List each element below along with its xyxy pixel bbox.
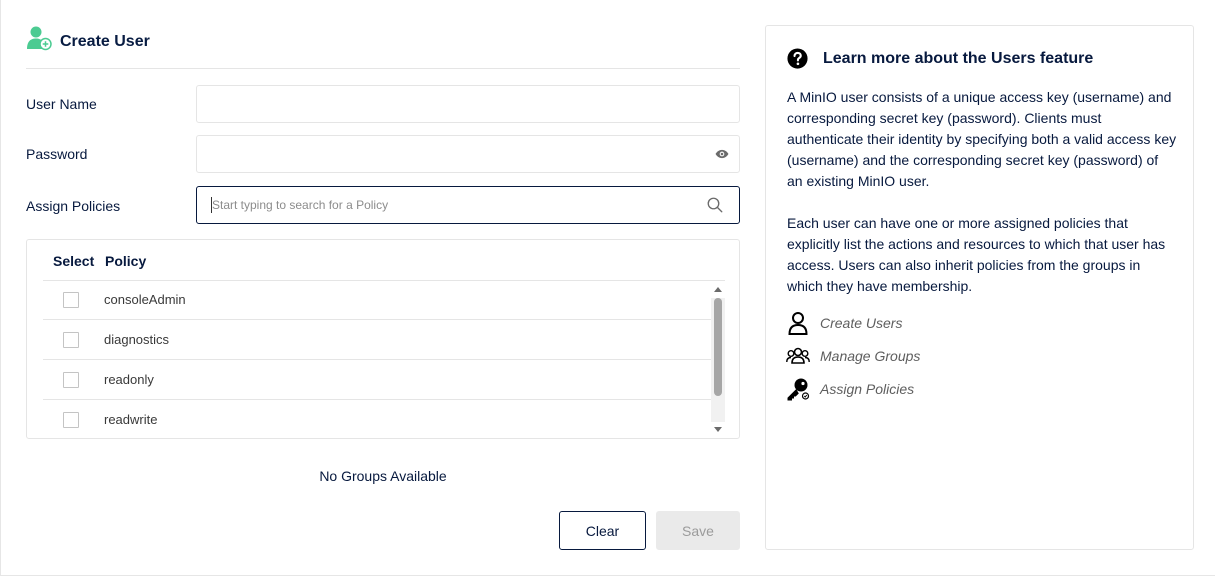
help-link-manage-groups[interactable]: Manage Groups [786,344,920,368]
user-icon [788,312,808,335]
add-user-icon [27,26,52,51]
help-link-label: Assign Policies [820,381,915,397]
row-checkbox[interactable] [63,372,79,388]
column-header-select: Select [53,253,95,269]
question-circle-icon [787,48,808,69]
help-panel: Learn more about the Users feature A Min… [765,25,1194,550]
users-group-icon [786,347,810,364]
table-row[interactable]: consoleAdmin [43,280,711,320]
scrollbar-thumb[interactable] [714,298,722,396]
policy-name: readwrite [104,412,158,427]
help-link-label: Create Users [820,315,903,331]
table-row[interactable]: readonly [43,360,711,400]
policy-search-input[interactable]: Start typing to search for a Policy [196,186,740,224]
page-header: Create User [26,25,740,69]
help-paragraph: Each user can have one or more assigned … [787,215,1166,294]
help-link-label: Manage Groups [820,348,921,364]
policy-name: readonly [104,372,154,387]
row-checkbox[interactable] [63,332,79,348]
help-link-create-users[interactable]: Create Users [786,311,902,335]
page-title: Create User [60,33,150,50]
policy-table: Select Policy consoleAdmin diagnostics r… [26,239,740,439]
policy-name: consoleAdmin [104,292,186,307]
policy-name: diagnostics [104,332,170,347]
policies-label: Assign Policies [26,198,121,214]
help-link-assign-policies[interactable]: Assign Policies [786,377,914,401]
help-title: Learn more about the Users feature [823,50,1094,67]
search-icon[interactable] [706,196,724,214]
help-paragraph: A MinIO user consists of a unique access… [787,89,1177,189]
clear-button[interactable]: Clear [559,511,646,550]
policy-search-placeholder: Start typing to search for a Policy [212,198,389,212]
table-row[interactable]: readwrite [43,400,711,438]
password-input[interactable] [196,135,740,173]
table-scrollbar[interactable] [711,284,725,436]
scroll-down-arrow[interactable] [714,427,722,432]
password-label: Password [26,146,88,162]
scroll-up-arrow[interactable] [714,287,722,292]
save-button[interactable]: Save [656,511,740,550]
key-icon [787,378,810,401]
username-label: User Name [26,96,97,112]
eye-icon[interactable] [715,147,729,161]
no-groups-message: No Groups Available [319,468,447,484]
column-header-policy: Policy [105,253,147,269]
table-row[interactable]: diagnostics [43,320,711,360]
row-checkbox[interactable] [63,292,79,308]
row-checkbox[interactable] [63,412,79,428]
username-input[interactable] [196,85,740,123]
